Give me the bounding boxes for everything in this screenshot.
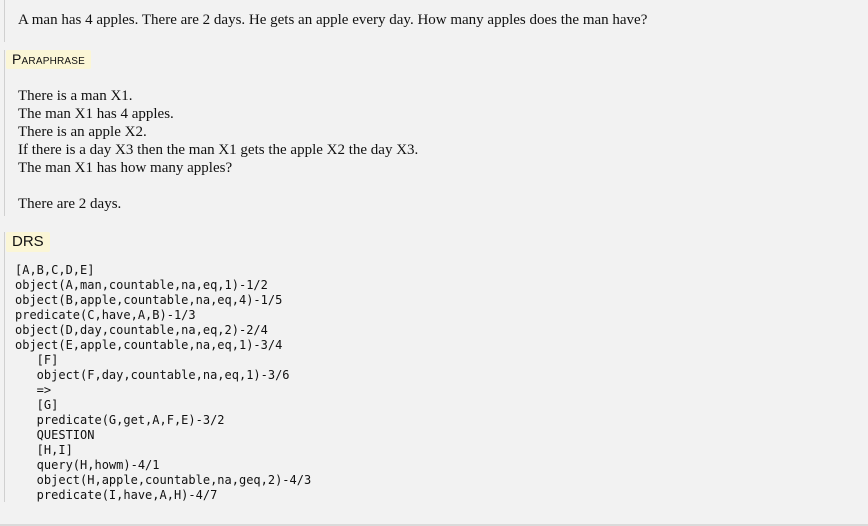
paraphrase-block [4,50,5,216]
question-block [4,0,5,42]
drs-line: predicate(G,get,A,F,E)-3/2 [15,413,225,427]
paraphrase-lines: There is a man X1. The man X1 has 4 appl… [18,87,418,213]
drs-heading: DRS [6,232,50,252]
drs-line: [F] [15,353,59,367]
paraphrase-line: There is an apple X2. [18,124,147,140]
drs-line: object(F,day,countable,na,eq,1)-3/6 [15,368,290,382]
drs-line: [A,B,C,D,E] [15,263,95,277]
paraphrase-line: The man X1 has how many apples? [18,160,233,176]
drs-line: object(H,apple,countable,na,geq,2)-4/3 [15,473,312,487]
paraphrase-line: There is a man X1. [18,88,133,104]
drs-line: QUESTION [15,428,95,442]
paraphrase-line: The man X1 has 4 apples. [18,106,174,122]
paraphrase-line: There are 2 days. [18,196,122,212]
paraphrase-heading: Paraphrase [6,50,92,69]
drs-line: predicate(I,have,A,H)-4/7 [15,488,218,502]
drs-line: object(A,man,countable,na,eq,1)-1/2 [15,278,268,292]
drs-line: [H,I] [15,443,73,457]
drs-block [4,232,5,502]
drs-code: [A,B,C,D,E] object(A,man,countable,na,eq… [15,263,311,503]
drs-line: object(B,apple,countable,na,eq,4)-1/5 [15,293,283,307]
drs-line: object(E,apple,countable,na,eq,1)-3/4 [15,338,283,352]
paraphrase-line: If there is a day X3 then the man X1 get… [18,142,419,158]
drs-line: object(D,day,countable,na,eq,2)-2/4 [15,323,268,337]
drs-line: => [15,383,52,397]
drs-line: [G] [15,398,59,412]
question-text: A man has 4 apples. There are 2 days. He… [18,12,648,28]
drs-line: predicate(C,have,A,B)-1/3 [15,308,196,322]
drs-line: query(H,howm)-4/1 [15,458,160,472]
paraphrase-gap [18,177,418,195]
